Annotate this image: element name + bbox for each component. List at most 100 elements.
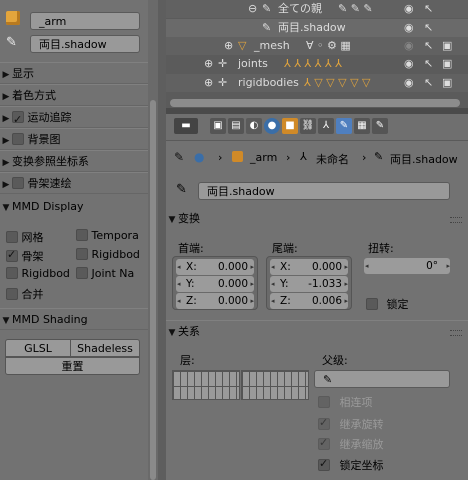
head-x-field[interactable]: ◂ X: 0.000 ▸ — [176, 259, 254, 275]
option-label: Tempora — [91, 229, 139, 242]
child-object-icons: ⅄ ⅄ ⅄ ⅄ ⅄ ⅄ — [284, 57, 342, 70]
outliner-row[interactable]: ⊕ ✛ rigidbodies ⅄ ▽ ▽ ▽ ▽ ▽ ◉ ↖ ▣ — [166, 74, 468, 92]
render-tab-icon[interactable]: ▣ — [210, 118, 226, 134]
editor-type-icon[interactable]: ▬ — [174, 118, 198, 134]
checkbox[interactable] — [6, 288, 18, 300]
outliner-row[interactable]: ⊕ ✛ joints ⅄ ⅄ ⅄ ⅄ ⅄ ⅄ ◉ ↖ ▣ — [166, 55, 468, 73]
mmd-display-joint-name[interactable]: Joint Na — [76, 267, 134, 280]
lock-option[interactable]: 锁定 — [366, 296, 409, 312]
render-icon[interactable]: ▣ — [442, 74, 452, 92]
visibility-eye-icon[interactable]: ◉ — [404, 37, 414, 55]
parent-field[interactable]: ✎ — [314, 370, 450, 388]
roll-field[interactable]: ◂ 0° ▸ — [364, 258, 450, 274]
left-panel-scrollbar[interactable] — [150, 100, 156, 480]
inherit-scale-option[interactable]: 继承缩放 — [318, 436, 384, 452]
bone-layers-grid-right[interactable] — [241, 370, 309, 400]
select-cursor-icon[interactable]: ↖ — [424, 19, 433, 37]
constraints-tab-icon[interactable]: ⛓ — [300, 118, 316, 134]
select-cursor-icon[interactable]: ↖ — [424, 74, 433, 92]
checkbox[interactable] — [6, 248, 18, 262]
inherit-scale-checkbox[interactable] — [318, 436, 330, 450]
panel-mmd-shading[interactable]: ▼ MMD Shading — [0, 308, 148, 330]
panel-shading[interactable]: ▶ 着色方式 — [0, 84, 148, 106]
visibility-eye-icon[interactable]: ◉ — [404, 55, 414, 73]
panel-display[interactable]: ▶ 显示 — [0, 62, 148, 84]
head-z-field[interactable]: ◂ Z: 0.000 ▸ — [176, 293, 254, 309]
mmd-display-mesh[interactable]: 网格 — [6, 229, 44, 245]
outliner-row[interactable]: ⊕ ▽ _mesh ∀ ◦ ⚙ ▦ ◉ ↖ ▣ — [166, 37, 468, 55]
inherit-rotation-checkbox[interactable] — [318, 416, 330, 430]
tail-x-field[interactable]: ◂ X: 0.000 ▸ — [270, 259, 348, 275]
bone-layers-grid-left[interactable] — [172, 370, 240, 400]
lock-checkbox[interactable] — [366, 298, 378, 310]
reset-button[interactable]: 重置 — [5, 357, 140, 375]
glsl-button[interactable]: GLSL — [5, 339, 71, 357]
render-icon[interactable]: ▣ — [442, 37, 452, 55]
data-tab-icon[interactable]: ⅄ — [318, 118, 334, 134]
physics-tab-icon[interactable]: ✎ — [372, 118, 388, 134]
bone-name-field[interactable]: 両目.shadow — [198, 182, 450, 200]
panel-transform-orientations[interactable]: ▶ 变换参照坐标系 — [0, 150, 148, 172]
visibility-eye-icon[interactable]: ◉ — [404, 19, 414, 37]
expand-icon[interactable]: ⊕ — [204, 74, 213, 92]
panel-motion-tracking[interactable]: ▶ 运动追踪 — [0, 106, 148, 131]
expand-icon[interactable]: ⊕ — [204, 55, 213, 73]
transform-panel-header[interactable]: ▼ 变换 — [166, 208, 468, 230]
mmd-display-temporary[interactable]: Tempora — [76, 229, 139, 242]
scene-tab-icon[interactable]: ◐ — [246, 118, 262, 134]
select-cursor-icon[interactable]: ↖ — [424, 0, 433, 18]
option-label: 骨架 — [21, 250, 44, 263]
armature-name-field[interactable]: _arm — [30, 12, 140, 30]
inherit-rotation-option[interactable]: 继承旋转 — [318, 416, 384, 432]
panel-mmd-display[interactable]: ▼ MMD Display — [0, 196, 148, 218]
checkbox[interactable] — [6, 267, 18, 279]
expand-arrow-icon: ▶ — [2, 92, 10, 102]
world-tab-icon[interactable]: ● — [264, 118, 280, 134]
checkbox[interactable] — [76, 229, 88, 241]
connected-option[interactable]: 相连项 — [318, 394, 373, 410]
inherit-scale-label: 继承缩放 — [339, 438, 384, 451]
render-layers-tab-icon[interactable]: ▤ — [228, 118, 244, 134]
option-label: Joint Na — [91, 267, 135, 280]
pin-icon[interactable]: ✎ — [174, 150, 184, 164]
tail-z-field[interactable]: ◂ Z: 0.006 ▸ — [270, 293, 348, 309]
local-location-option[interactable]: 锁定坐标 — [318, 457, 384, 473]
background-images-checkbox[interactable] — [12, 133, 24, 145]
skeleton-sketching-checkbox[interactable] — [12, 177, 24, 189]
visibility-eye-icon[interactable]: ◉ — [404, 74, 414, 92]
mmd-display-rigidbody[interactable]: Rigidbod — [76, 248, 140, 261]
local-location-checkbox[interactable] — [318, 457, 330, 471]
head-y-field[interactable]: ◂ Y: 0.000 ▸ — [176, 276, 254, 292]
tail-y-field[interactable]: ◂ Y: -1.033 ▸ — [270, 276, 348, 292]
expand-icon[interactable]: ⊕ — [224, 37, 233, 55]
bone-constraints-tab-icon[interactable]: ▦ — [354, 118, 370, 134]
bone-tab-icon[interactable]: ✎ — [336, 118, 352, 134]
outliner-row[interactable]: ⊖ ✎ 全ての親 ✎ ✎ ✎ ◉ ↖ — [166, 0, 468, 18]
object-tab-icon[interactable]: ■ — [282, 118, 298, 134]
shadeless-button[interactable]: Shadeless — [70, 339, 140, 357]
checkbox[interactable] — [76, 248, 88, 260]
select-cursor-icon[interactable]: ↖ — [424, 55, 433, 73]
drag-grip-icon[interactable] — [450, 330, 462, 336]
panel-skeleton-sketching[interactable]: ▶ 骨架速绘 — [0, 172, 148, 194]
panel-background-images[interactable]: ▶ 背景图 — [0, 128, 148, 150]
area-divider[interactable] — [158, 0, 166, 480]
connected-checkbox[interactable] — [318, 396, 330, 408]
outliner-item-label: _mesh — [254, 39, 290, 52]
checkbox[interactable] — [6, 231, 18, 243]
drag-grip-icon[interactable] — [450, 217, 462, 223]
outliner-row[interactable]: ✎ 両目.shadow ◉ ↖ — [166, 19, 468, 37]
checkbox[interactable] — [76, 267, 88, 279]
properties-tab-bar: ▬ ▣ ▤ ◐ ● ■ ⛓ ⅄ ✎ ▦ ✎ — [166, 114, 468, 141]
relations-panel-header[interactable]: ▼ 关系 — [166, 320, 468, 342]
bone-name-field[interactable]: 両目.shadow — [30, 35, 140, 53]
render-icon[interactable]: ▣ — [442, 55, 452, 73]
visibility-eye-icon[interactable]: ◉ — [404, 0, 414, 18]
mmd-display-armature[interactable]: 骨架 — [6, 248, 44, 264]
mmd-display-rigidbody-name[interactable]: Rigidbod — [6, 267, 70, 280]
select-cursor-icon[interactable]: ↖ — [424, 37, 433, 55]
outliner-item-label: 両目.shadow — [278, 21, 346, 34]
outliner-scrollbar[interactable] — [170, 99, 460, 107]
mmd-display-merge[interactable]: 合并 — [6, 286, 44, 302]
motion-tracking-checkbox[interactable] — [12, 109, 24, 131]
